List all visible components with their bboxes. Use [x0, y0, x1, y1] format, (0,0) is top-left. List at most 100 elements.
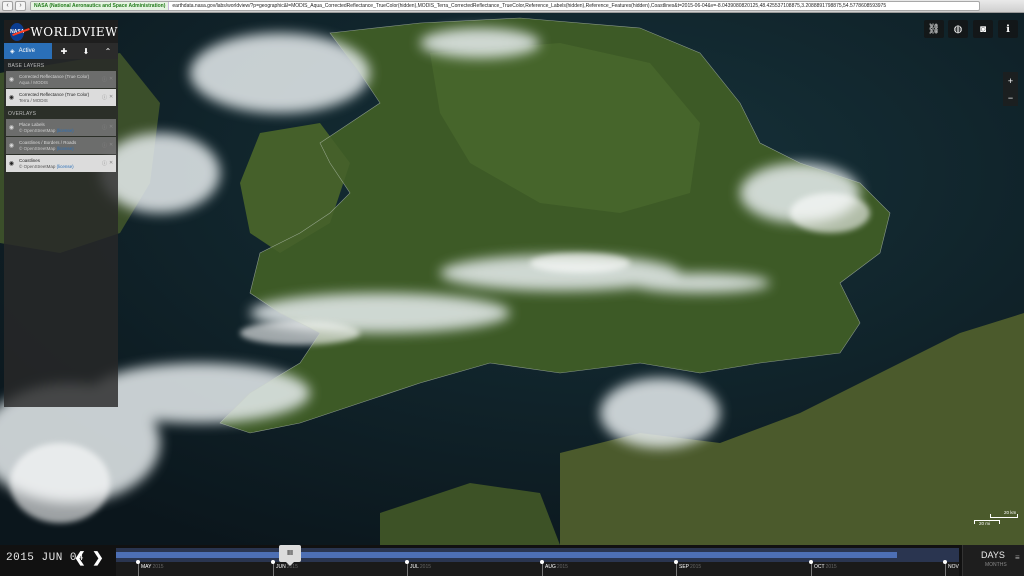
- month-tick: [811, 562, 812, 576]
- tab-active-layers[interactable]: ◈ Active: [4, 43, 52, 59]
- month-marker: [943, 560, 947, 564]
- month-tick: [542, 562, 543, 576]
- url-field[interactable]: NASA (National Aeronautics and Space Adm…: [30, 1, 980, 11]
- month-year: 2015: [419, 564, 432, 570]
- timeline-track[interactable]: [116, 548, 959, 562]
- layer-remove-icon[interactable]: ✕: [109, 124, 113, 131]
- layer-subtitle: © OpenStreetMap: [19, 145, 56, 151]
- month-label[interactable]: NOV: [948, 564, 960, 570]
- scale-label-mi: 20 mi: [979, 521, 991, 526]
- menu-icon[interactable]: ≡: [1015, 553, 1020, 562]
- month-name: MAY: [141, 564, 152, 570]
- layer-subtitle: Terra / MODIS: [19, 97, 48, 103]
- add-layers-icon[interactable]: ✚: [54, 47, 74, 56]
- timeline-slider-handle[interactable]: III: [279, 545, 301, 566]
- month-marker: [271, 560, 275, 564]
- layer-remove-icon[interactable]: ✕: [109, 160, 113, 167]
- license-link[interactable]: (license): [57, 128, 74, 133]
- scale-label-km: 20 km: [1004, 510, 1017, 515]
- overlays-heading: OVERLAYS: [8, 111, 37, 117]
- month-marker: [674, 560, 678, 564]
- month-year: 2015: [556, 564, 568, 570]
- panel-tab-row: ◈ Active ✚ ⬇ ⌃: [4, 43, 118, 59]
- camera-icon[interactable]: ◙: [973, 20, 993, 38]
- map-zoom-control: + −: [1003, 72, 1018, 106]
- month-tick: [138, 562, 139, 576]
- month-tick: [676, 562, 677, 576]
- url-text[interactable]: earthdata.nasa.gov/labs/worldview/?p=geo…: [169, 3, 886, 9]
- layer-info-icon[interactable]: ⓘ: [102, 94, 107, 101]
- month-name: SEP: [679, 564, 690, 570]
- layer-item-terra-true-color[interactable]: ◉ Corrected Reflectance (True Color) Ter…: [6, 89, 116, 106]
- slider-grip-icon: III: [287, 550, 293, 557]
- layer-subtitle: © OpenStreetMap: [19, 163, 56, 169]
- layer-remove-icon[interactable]: ✕: [109, 142, 113, 149]
- month-marker: [809, 560, 813, 564]
- layer-item-aqua-true-color[interactable]: ◉ Corrected Reflectance (True Color) Aqu…: [6, 71, 116, 88]
- month-tick: [273, 562, 274, 576]
- timeline-zoom-level[interactable]: DAYS: [981, 550, 1005, 560]
- map-scale: 20 km 20 mi: [974, 509, 1020, 526]
- timeline-data-coverage: [116, 552, 897, 558]
- timeline: 2015 JUN 04 ❮ ❯ MAY2015 JUN2015 JUL2015 AUG…: [0, 545, 1024, 576]
- timeline-zoom-selector[interactable]: DAYS MONTHS ≡: [962, 545, 1024, 576]
- browser-forward-button[interactable]: ›: [15, 1, 26, 11]
- visibility-eye-icon[interactable]: ◉: [7, 94, 16, 101]
- globe-icon[interactable]: ◍: [948, 20, 968, 38]
- month-tick: [945, 562, 946, 576]
- month-label[interactable]: MAY2015: [141, 564, 164, 570]
- site-identity-badge[interactable]: NASA (National Aeronautics and Space Adm…: [31, 2, 170, 10]
- layer-remove-icon[interactable]: ✕: [109, 76, 113, 83]
- license-link[interactable]: (license): [57, 164, 74, 169]
- month-name: AUG: [545, 564, 556, 570]
- month-year: 2015: [152, 564, 164, 570]
- layer-item-place-labels[interactable]: ◉ Place Labels © OpenStreetMap (license)…: [6, 119, 116, 136]
- tab-active-label: Active: [18, 48, 35, 54]
- worldview-app: ‹ › NASA (National Aeronautics and Space…: [0, 0, 1024, 576]
- layer-subtitle: © OpenStreetMap: [19, 127, 56, 133]
- month-year: 2015: [825, 564, 837, 570]
- collapse-panel-icon[interactable]: ⌃: [98, 47, 118, 56]
- month-label[interactable]: JUL2015: [410, 564, 431, 570]
- month-marker: [405, 560, 409, 564]
- month-year: 2015: [690, 564, 702, 570]
- layer-item-coastlines[interactable]: ◉ Coastlines © OpenStreetMap (license) ⓘ…: [6, 155, 116, 172]
- month-name: JUL: [410, 564, 419, 570]
- layer-info-icon[interactable]: ⓘ: [102, 142, 107, 149]
- layer-subtitle: Aqua / MODIS: [19, 79, 49, 85]
- link-icon[interactable]: ⛓: [924, 20, 944, 38]
- visibility-eye-icon[interactable]: ◉: [7, 160, 16, 167]
- license-link[interactable]: (license): [57, 146, 74, 151]
- date-selector[interactable]: 2015 JUN 04: [6, 552, 84, 564]
- layer-info-icon[interactable]: ⓘ: [102, 124, 107, 131]
- zoom-out-button[interactable]: −: [1008, 93, 1013, 103]
- month-name: JUN: [276, 564, 286, 570]
- month-name: NOV: [948, 564, 959, 570]
- previous-day-button[interactable]: ❮: [74, 549, 86, 566]
- zoom-in-button[interactable]: +: [1008, 76, 1013, 86]
- next-day-button[interactable]: ❯: [92, 549, 104, 566]
- app-title: WORLDVIEW: [30, 24, 118, 39]
- month-label[interactable]: AUG2015: [545, 564, 568, 570]
- month-marker: [136, 560, 140, 564]
- layer-panel: NASA WORLDVIEW ◈ Active ✚ ⬇ ⌃ BASE LAYER…: [4, 20, 118, 407]
- browser-address-bar: ‹ › NASA (National Aeronautics and Space…: [0, 0, 1024, 13]
- month-marker: [540, 560, 544, 564]
- visibility-hidden-icon[interactable]: ◉: [7, 142, 16, 149]
- layer-info-icon[interactable]: ⓘ: [102, 76, 107, 83]
- visibility-hidden-icon[interactable]: ◉: [7, 124, 16, 131]
- nasa-logo-icon: NASA: [10, 22, 25, 41]
- month-label[interactable]: OCT2015: [814, 564, 837, 570]
- info-icon[interactable]: ℹ: [998, 20, 1018, 38]
- browser-back-button[interactable]: ‹: [2, 1, 13, 11]
- timeline-zoom-alt[interactable]: MONTHS: [985, 562, 1007, 568]
- layer-remove-icon[interactable]: ✕: [109, 94, 113, 101]
- layer-info-icon[interactable]: ⓘ: [102, 160, 107, 167]
- month-label[interactable]: SEP2015: [679, 564, 701, 570]
- layers-icon: ◈: [10, 48, 15, 55]
- layer-item-borders-roads[interactable]: ◉ Coastlines / Borders / Roads © OpenStr…: [6, 137, 116, 154]
- satellite-map[interactable]: [0, 13, 1024, 545]
- app-header: NASA WORLDVIEW: [4, 20, 118, 43]
- download-icon[interactable]: ⬇: [76, 47, 96, 56]
- visibility-hidden-icon[interactable]: ◉: [7, 76, 16, 83]
